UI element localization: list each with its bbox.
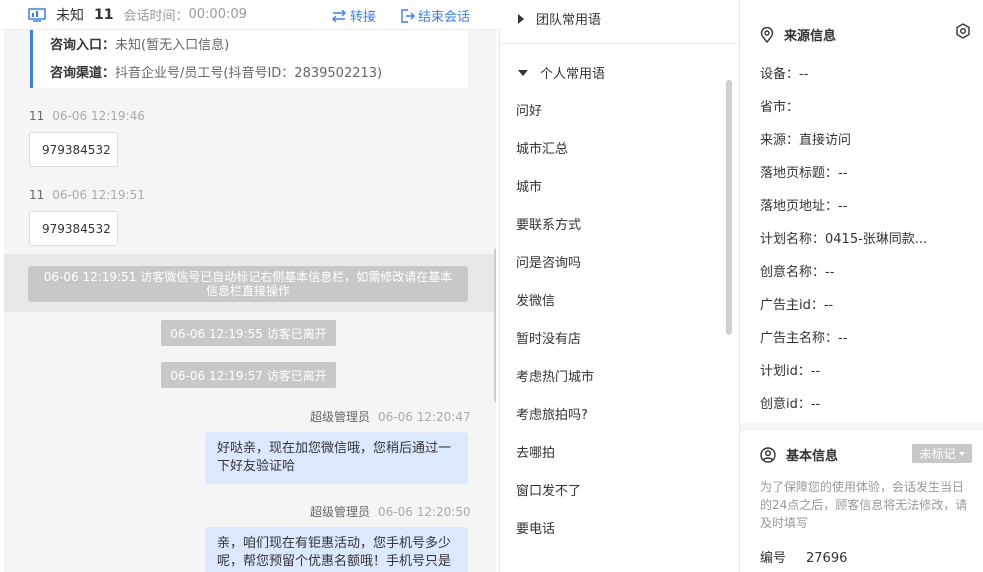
visitor-name: 未知	[56, 7, 84, 24]
end-session-button[interactable]: 结束会话	[401, 6, 470, 25]
consult-info-card: 咨询入口：未知(暂无入口信息) 咨询渠道：抖音企业号/员工号(抖音号ID：283…	[30, 30, 468, 88]
tag-dropdown[interactable]: 未标记	[912, 444, 972, 463]
customer-info-panel: 来源信息 设备：-- 省市： 来源：直接访问 落地页标题：-- 落地页地址：--…	[740, 0, 983, 572]
phrase-item[interactable]: 窗口发不了	[516, 480, 581, 499]
caret-down-icon	[958, 451, 965, 456]
end-session-label: 结束会话	[418, 10, 471, 25]
message-meta: 11 06-06 12:19:46	[29, 109, 145, 123]
agent-message: 好哒亲，现在加您微信哦，您稍后通过一下好友验证哈	[205, 432, 468, 484]
phrase-item[interactable]: 城市汇总	[516, 138, 568, 157]
phrase-item[interactable]: 发微信	[516, 290, 555, 309]
phrase-item[interactable]: 暂时没有店	[516, 328, 581, 347]
advertiser-id-field: 广告主id：--	[760, 298, 834, 313]
transfer-icon	[332, 9, 346, 22]
landing-title-field: 落地页标题：--	[760, 166, 848, 181]
system-leave-message: 06-06 12:19:57 访客已离开	[161, 362, 336, 388]
caret-down-icon	[518, 69, 528, 76]
source-info-title: 来源信息	[760, 25, 836, 44]
transfer-button[interactable]: 转接	[331, 6, 376, 25]
basic-info-title: 基本信息	[760, 445, 838, 464]
visitor-message: 979384532	[29, 132, 118, 167]
phrase-item[interactable]: 问是咨询吗	[516, 252, 581, 271]
settings-icon[interactable]	[955, 23, 971, 39]
visitor-number: 11	[94, 6, 114, 23]
section-divider	[740, 423, 983, 431]
creative-id-field: 创意id：--	[760, 397, 821, 412]
phrase-item[interactable]: 考虑热门城市	[516, 366, 594, 385]
personal-phrase-group[interactable]: 个人常用语	[518, 63, 605, 82]
phrase-item[interactable]: 要联系方式	[516, 214, 581, 233]
chat-message-list[interactable]: 咨询入口：未知(暂无入口信息) 咨询渠道：抖音企业号/员工号(抖音号ID：283…	[4, 30, 496, 572]
phrase-item[interactable]: 去哪拍	[516, 442, 555, 461]
message-meta: 超级管理员 06-06 12:20:50	[310, 505, 471, 519]
visitor-message: 979384532	[29, 211, 118, 246]
creative-name-field: 创意名称：--	[760, 265, 835, 280]
message-meta: 超级管理员 06-06 12:20:47	[310, 410, 471, 424]
chat-header: 未知 11 会话时间： 00:00:09 转接 结束会话	[0, 0, 500, 30]
landing-url-field: 落地页地址：--	[760, 199, 848, 214]
phrase-scrollbar[interactable]	[726, 80, 732, 335]
location-pin-icon	[760, 26, 774, 43]
session-time-value: 00:00:09	[188, 7, 247, 22]
edit-notice: 为了保障您的使用体验，会话发生当日的24点之后，顾客信息将无法修改，请及时填写	[760, 480, 968, 530]
phrase-item[interactable]: 要电话	[516, 518, 555, 537]
phrase-item[interactable]: 问好	[516, 100, 542, 119]
province-field: 省市：	[760, 100, 800, 115]
transfer-label: 转接	[350, 10, 377, 25]
source-field: 来源：直接访问	[760, 133, 852, 148]
advertiser-name-field: 广告主名称：--	[760, 331, 848, 346]
chat-panel: 未知 11 会话时间： 00:00:09 转接 结束会话 咨询入口：未知(暂无入…	[0, 0, 500, 572]
consult-entry-row: 咨询入口：未知(暂无入口信息)	[50, 38, 230, 53]
consult-channel-row: 咨询渠道：抖音企业号/员工号(抖音号ID：2839502213)	[50, 66, 383, 81]
quick-phrase-panel: 团队常用语 个人常用语 问好 城市汇总 城市 要联系方式 问是咨询吗 发微信 暂…	[500, 0, 740, 572]
agent-message: 亲，咱们现在有钜惠活动，您手机号多少呢，帮您预留个优惠名额哦！手机号只是	[205, 527, 468, 572]
customer-id-row: 编号 27696	[760, 551, 848, 566]
message-meta: 11 06-06 12:19:51	[29, 188, 145, 202]
plan-id-field: 计划id：--	[760, 364, 821, 379]
divider	[500, 43, 740, 44]
caret-right-icon	[518, 13, 524, 24]
plan-name-field: 计划名称：0415-张琳同款...	[760, 232, 928, 247]
chat-scrollbar[interactable]	[494, 248, 496, 403]
user-circle-icon	[760, 446, 776, 463]
monitor-icon	[28, 7, 46, 22]
device-field: 设备：--	[760, 67, 809, 82]
session-time-label: 会话时间：	[123, 9, 189, 24]
system-leave-message: 06-06 12:19:55 访客已离开	[161, 320, 336, 346]
logout-icon	[401, 8, 415, 23]
system-message: 06-06 12:19:51 访客微信号已自动标记右侧基本信息栏，如需修改请在基…	[28, 266, 468, 302]
phrase-item[interactable]: 考虑旅拍吗?	[516, 404, 588, 423]
phrase-item[interactable]: 城市	[516, 176, 542, 195]
team-phrase-group[interactable]: 团队常用语	[518, 9, 601, 28]
